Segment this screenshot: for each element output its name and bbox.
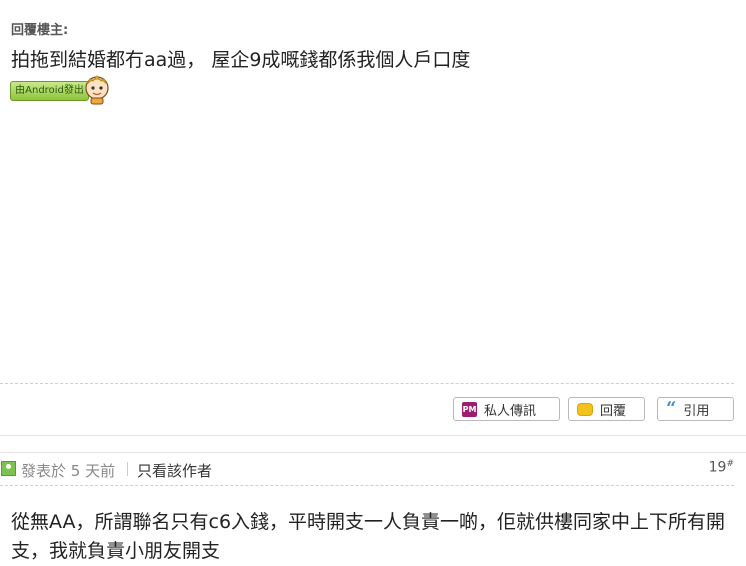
divider — [127, 462, 128, 476]
android-badge-text: 由Android發出 — [10, 81, 89, 101]
post-body: 拍拖到結婚都冇aa過， 屋企9成嘅錢都係我個人戶口度 — [11, 49, 471, 71]
reply-bubble-icon — [577, 402, 593, 416]
quote-button[interactable]: “ 引用 — [657, 397, 734, 421]
post-first: 回覆樓主: 拍拖到結婚都冇aa過， 屋企9成嘅錢都係我個人戶口度 由Androi… — [0, 0, 746, 436]
quote-button-label: 引用 — [683, 403, 710, 419]
pm-icon: PM — [462, 401, 477, 417]
quote-icon: “ — [666, 398, 677, 419]
post-header: 發表於 5 天前 只看該作者 19# — [0, 456, 734, 484]
post-body: 從無AA，所謂聯名只有c6入錢，平時開支一人負責一啲，佢就供樓同家中上下所有開支… — [11, 511, 726, 562]
user-icon[interactable] — [1, 461, 16, 476]
post-separator — [0, 452, 746, 453]
pm-button[interactable]: PM 私人傳訊 — [453, 397, 560, 421]
only-author-link[interactable]: 只看該作者 — [137, 460, 212, 481]
android-badge: 由Android發出 — [10, 73, 115, 105]
reply-to-op-label: 回覆樓主: — [11, 23, 69, 38]
reply-button-label: 回覆 — [600, 403, 627, 419]
floor-mark: # — [726, 459, 734, 469]
android-mascot-icon — [85, 75, 109, 105]
reply-button[interactable]: 回覆 — [568, 397, 645, 421]
post-time: 發表於 5 天前 — [21, 462, 116, 480]
pm-button-label: 私人傳訊 — [484, 403, 537, 419]
floor-number-value: 19 — [708, 459, 727, 476]
post-separator — [0, 435, 746, 436]
divider — [0, 485, 734, 486]
floor-number[interactable]: 19# — [709, 459, 734, 476]
divider — [0, 383, 734, 384]
